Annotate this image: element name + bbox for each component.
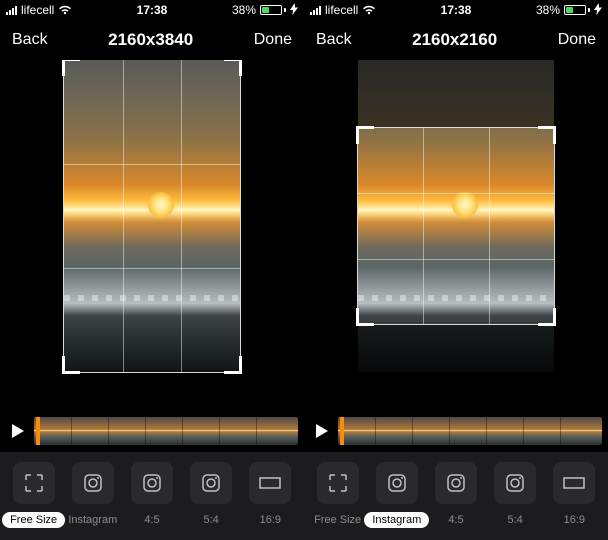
instagram-icon (131, 462, 173, 504)
nav-bar: Back 2160x2160 Done (304, 20, 608, 60)
aspect-option-16-9[interactable]: 16:9 (546, 462, 602, 528)
status-bar: lifecell 17:38 38% (304, 0, 608, 20)
crop-handle-tl[interactable] (62, 60, 80, 76)
instagram-icon (435, 462, 477, 504)
crop-handle-br[interactable] (224, 356, 242, 374)
crop-preview[interactable] (0, 60, 304, 410)
wifi-icon (58, 5, 72, 15)
crop-rect[interactable] (358, 128, 554, 324)
done-button[interactable]: Done (558, 31, 596, 49)
right-pane: lifecell 17:38 38% Back 2160x2160 Done (304, 0, 608, 540)
aspect-label: 16:9 (556, 512, 593, 528)
signal-bars-icon (310, 5, 321, 15)
aspect-label: 5:4 (500, 512, 531, 528)
aspect-option-free-size[interactable]: Free Size (310, 462, 366, 528)
battery-icon (564, 5, 590, 15)
carrier-label: lifecell (21, 3, 54, 17)
battery-percent: 38% (536, 3, 560, 17)
aspect-option-16-9[interactable]: 16:9 (242, 462, 298, 528)
wifi-icon (362, 5, 376, 15)
crop-handle-bl[interactable] (356, 308, 374, 326)
crop-handle-tl[interactable] (356, 126, 374, 144)
page-title: 2160x3840 (108, 30, 193, 50)
crop-handle-tr[interactable] (538, 126, 556, 144)
aspect-label: 4:5 (136, 512, 167, 528)
aspect-option-instagram[interactable]: Instagram (65, 462, 121, 528)
clock: 17:38 (441, 3, 472, 17)
nav-bar: Back 2160x3840 Done (0, 20, 304, 60)
battery-percent: 38% (232, 3, 256, 17)
aspect-label: Free Size (2, 512, 65, 528)
signal-bars-icon (6, 5, 17, 15)
crop-aspect-options: Free Size Instagram 4:5 5:4 16:9 (0, 452, 304, 540)
play-button[interactable] (310, 420, 332, 442)
aspect-label: 4:5 (440, 512, 471, 528)
status-bar: lifecell 17:38 38% (0, 0, 304, 20)
rectangle-icon (553, 462, 595, 504)
aspect-option-free-size[interactable]: Free Size (6, 462, 62, 528)
page-title: 2160x2160 (412, 30, 497, 50)
crop-dim-top (358, 60, 554, 128)
instagram-icon (494, 462, 536, 504)
battery-icon (260, 5, 286, 15)
scrubber[interactable] (36, 417, 40, 445)
battery-fill (566, 7, 573, 13)
filmstrip[interactable] (338, 417, 602, 445)
instagram-icon (376, 462, 418, 504)
crop-preview[interactable] (304, 60, 608, 410)
clock: 17:38 (137, 3, 168, 17)
crop-handle-bl[interactable] (62, 356, 80, 374)
timeline (0, 410, 304, 452)
crop-rect[interactable] (64, 60, 240, 372)
crop-aspect-options: Free Size Instagram 4:5 5:4 16:9 (304, 452, 608, 540)
play-button[interactable] (6, 420, 28, 442)
aspect-label: Free Size (306, 512, 369, 528)
battery-fill (262, 7, 269, 13)
free-size-icon (317, 462, 359, 504)
rectangle-icon (249, 462, 291, 504)
carrier-label: lifecell (325, 3, 358, 17)
aspect-option-4-5[interactable]: 4:5 (428, 462, 484, 528)
aspect-label: Instagram (364, 512, 429, 528)
scrubber[interactable] (340, 417, 344, 445)
charging-icon (290, 3, 298, 18)
aspect-label: 5:4 (196, 512, 227, 528)
crop-handle-tr[interactable] (224, 60, 242, 76)
instagram-icon (72, 462, 114, 504)
aspect-label: 16:9 (252, 512, 289, 528)
aspect-option-instagram[interactable]: Instagram (369, 462, 425, 528)
timeline (304, 410, 608, 452)
aspect-option-5-4[interactable]: 5:4 (183, 462, 239, 528)
instagram-icon (190, 462, 232, 504)
free-size-icon (13, 462, 55, 504)
back-button[interactable]: Back (12, 31, 48, 49)
crop-dim-bottom (358, 324, 554, 372)
filmstrip[interactable] (34, 417, 298, 445)
aspect-option-5-4[interactable]: 5:4 (487, 462, 543, 528)
back-button[interactable]: Back (316, 31, 352, 49)
done-button[interactable]: Done (254, 31, 292, 49)
aspect-option-4-5[interactable]: 4:5 (124, 462, 180, 528)
crop-handle-br[interactable] (538, 308, 556, 326)
left-pane: lifecell 17:38 38% Back 2160x3840 Done (0, 0, 304, 540)
charging-icon (594, 3, 602, 18)
aspect-label: Instagram (60, 512, 125, 528)
